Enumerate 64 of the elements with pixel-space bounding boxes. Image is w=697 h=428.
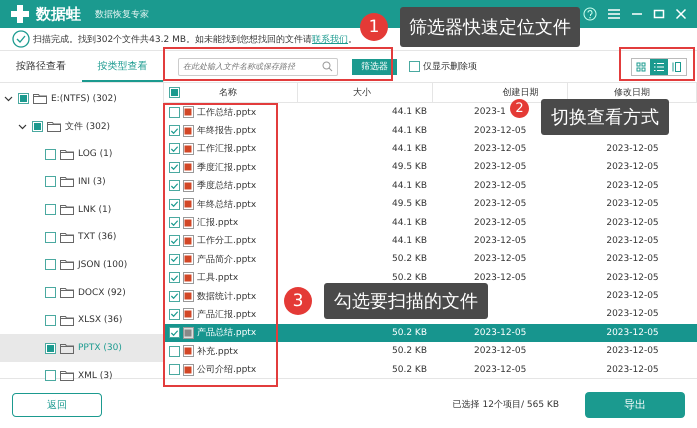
file-size: 44.1 KB [392, 144, 427, 154]
created-date: 2023-12-05 [474, 126, 526, 136]
modified-date: 2023-12-05 [606, 309, 659, 320]
file-name: 季度总结.pptx [197, 180, 256, 192]
file-size: 49.5 KB [392, 162, 427, 172]
callout-tooltip: 勾选要扫描的文件 [324, 283, 488, 319]
step-number-badge: 1 [360, 13, 388, 41]
file-size: 50.2 KB [392, 272, 427, 283]
created-date: 2023-12-05 [474, 144, 526, 154]
created-date: 2023-12-05 [474, 199, 526, 210]
file-name: 数据统计.pptx [197, 290, 256, 303]
created-date: 2023-12-05 [474, 272, 526, 283]
modified-date: 2023-12-05 [606, 218, 659, 228]
file-size: 44.1 KB [392, 180, 427, 191]
file-name: 工作总结.pptx [197, 106, 256, 119]
step-number-badge: 2 [510, 99, 529, 118]
created-date: 2023-12-05 [474, 180, 526, 191]
file-name: 工作分工.pptx [197, 234, 256, 248]
modified-date: 2023-12-05 [606, 254, 659, 264]
file-name: 年终总结.pptx [197, 198, 256, 211]
modified-date: 2023-12-05 [606, 272, 659, 283]
modified-date: 2023-12-05 [606, 346, 659, 356]
selection-summary: 已选择 12个项目/ 565 KB [452, 398, 559, 411]
file-name: 工具.pptx [197, 272, 238, 284]
modified-date: 2023-12-05 [606, 236, 659, 246]
modified-date: 2023-12-05 [606, 199, 659, 210]
file-size: 50.2 KB [392, 364, 427, 375]
file-size: 44.1 KB [392, 126, 427, 136]
modified-date: 2023-12-05 [606, 162, 659, 172]
created-date: 2023-1 [474, 107, 506, 118]
file-name: 产品总结.pptx [197, 326, 256, 340]
callout-tooltip: 筛选器快速定位文件 [400, 7, 580, 47]
file-size: 49.5 KB [392, 199, 427, 210]
file-size: 50.2 KB [392, 346, 427, 356]
file-name: 季度汇报.pptx [197, 162, 256, 174]
file-size: 50.2 KB [392, 254, 427, 264]
modified-date: 2023-12-05 [606, 328, 659, 338]
scan-result-message: 扫描完成。找到302个文件共43.2 MB。如未能找到您想找回的文件请联系我们。 [33, 34, 358, 46]
file-size: 44.1 KB [392, 107, 427, 118]
file-name: 公司介绍.pptx [197, 364, 256, 376]
file-size: 44.1 KB [392, 236, 427, 246]
created-date: 2023-12-05 [474, 364, 526, 375]
file-name: 补充.pptx [197, 346, 238, 358]
created-date: 2023-12-05 [474, 346, 526, 356]
app-name: 数据蛙 [36, 4, 81, 24]
created-date: 2023-12-05 [474, 162, 526, 172]
file-size: 50.2 KB [392, 328, 427, 338]
created-date: 2023-12-05 [474, 236, 526, 246]
created-date: 2023-12-05 [474, 218, 526, 228]
modified-date: 2023-12-05 [606, 144, 659, 154]
file-name: 产品简介.pptx [197, 254, 256, 266]
file-name: 汇报.pptx [197, 216, 238, 230]
file-name: 产品汇报.pptx [197, 308, 256, 321]
file-size: 44.1 KB [392, 218, 427, 228]
callout-tooltip: 切换查看方式 [541, 99, 669, 135]
file-name: 工作汇报.pptx [197, 142, 256, 156]
modified-date: 2023-12-05 [606, 180, 659, 191]
modified-date: 2023-12-05 [606, 364, 659, 375]
app-subtitle: 数据恢复专家 [95, 8, 149, 20]
created-date: 2023-12-05 [474, 328, 526, 338]
file-name: 年终报告.pptx [197, 124, 256, 138]
created-date: 2023-12-05 [474, 254, 526, 264]
step-number-badge: 3 [284, 287, 312, 315]
modified-date: 2023-12-05 [606, 291, 659, 302]
